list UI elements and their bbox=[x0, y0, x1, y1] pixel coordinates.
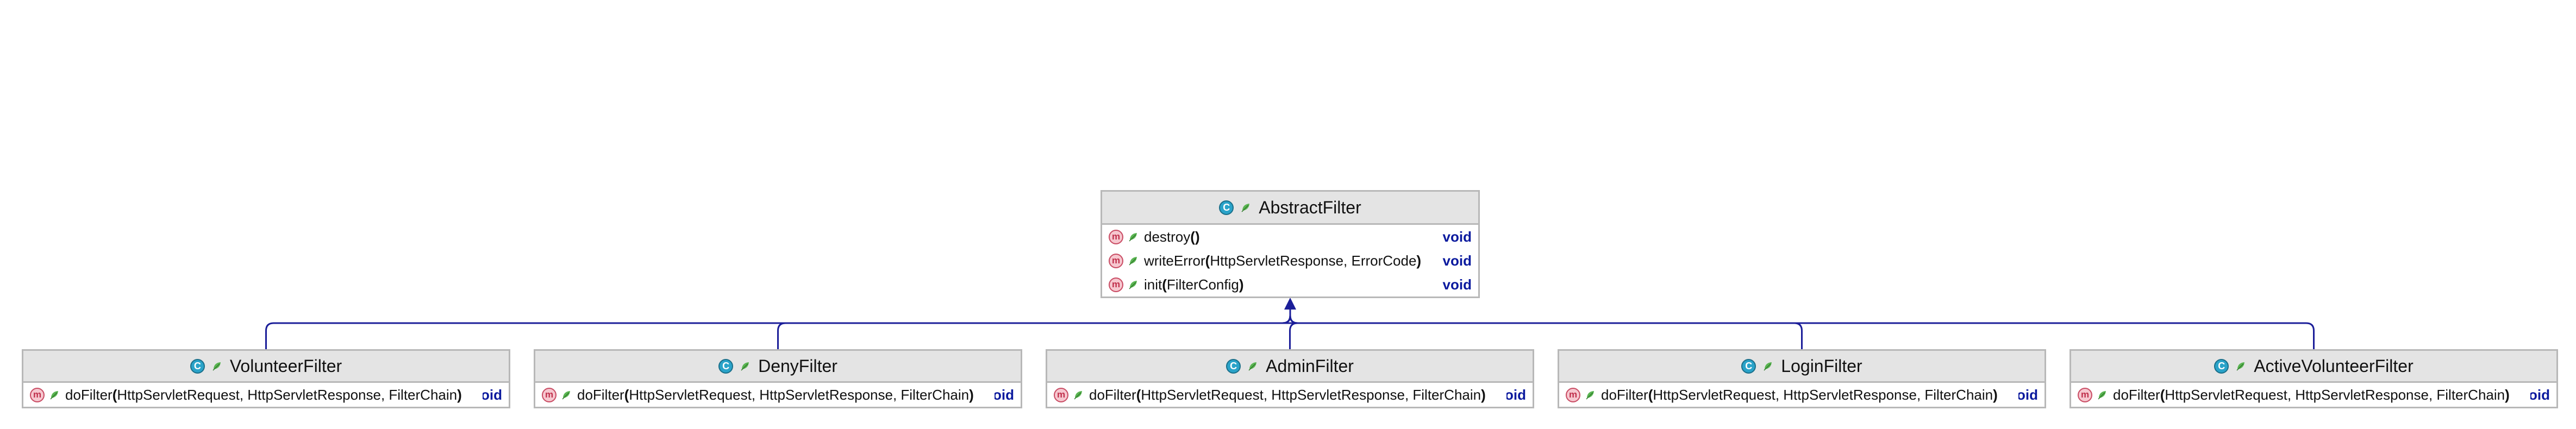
inheritance-arrowhead bbox=[1284, 298, 1296, 310]
close-paren: ) bbox=[1416, 252, 1422, 269]
method-signature: doFilter(HttpServletRequest, HttpServlet… bbox=[2113, 387, 2526, 403]
close-paren: ) bbox=[1239, 276, 1244, 293]
method-row: m writeError(HttpServletResponse, ErrorCo… bbox=[1102, 249, 1478, 273]
method-row: m doFilter(HttpServletRequest, HttpServle… bbox=[2071, 383, 2556, 407]
method-name: destroy bbox=[1144, 228, 1191, 245]
class-name: LoginFilter bbox=[1781, 356, 1862, 376]
method-row: m doFilter(HttpServletRequest, HttpServle… bbox=[535, 383, 1021, 407]
class-icon: C bbox=[1741, 358, 1756, 374]
method-params: HttpServletResponse, ErrorCode bbox=[1210, 252, 1417, 269]
public-visibility-icon bbox=[1073, 389, 1085, 401]
public-visibility-icon bbox=[1128, 255, 1140, 267]
method-signature: doFilter(HttpServletRequest, HttpServlet… bbox=[1089, 387, 1502, 403]
public-visibility-icon bbox=[1240, 201, 1252, 213]
method-params: HttpServletRequest, HttpServletResponse,… bbox=[117, 386, 458, 403]
public-visibility-icon bbox=[740, 360, 752, 372]
public-visibility-icon bbox=[561, 389, 573, 401]
class-name: AdminFilter bbox=[1266, 356, 1354, 376]
method-signature: doFilter(HttpServletRequest, HttpServlet… bbox=[65, 387, 478, 403]
class-header: C ActiveVolunteerFilter bbox=[2071, 351, 2556, 383]
close-paren: ) bbox=[1195, 228, 1200, 245]
method-icon: m bbox=[1109, 253, 1123, 268]
class-box-denyfilter[interactable]: C DenyFilter m doFilter(HttpServletRequest,… bbox=[534, 349, 1022, 408]
method-signature: doFilter(HttpServletRequest, HttpServlet… bbox=[1601, 387, 2014, 403]
close-paren: ) bbox=[1481, 386, 1486, 403]
method-icon: m bbox=[1109, 229, 1123, 244]
method-icon: m bbox=[1566, 387, 1580, 402]
open-paren: ( bbox=[1190, 228, 1195, 245]
method-name: writeError bbox=[1144, 252, 1205, 269]
return-type: void bbox=[1442, 276, 1472, 293]
return-type: oid bbox=[2018, 386, 2038, 403]
class-header: C LoginFilter bbox=[1559, 351, 2044, 383]
method-name: init bbox=[1144, 276, 1162, 293]
class-header: C VolunteerFilter bbox=[23, 351, 509, 383]
return-type: oid bbox=[2530, 386, 2550, 403]
class-header: C AdminFilter bbox=[1047, 351, 1533, 383]
method-params: HttpServletRequest, HttpServletResponse,… bbox=[1653, 386, 1993, 403]
public-visibility-icon bbox=[211, 360, 223, 372]
method-icon: m bbox=[2078, 387, 2092, 402]
method-icon: m bbox=[30, 387, 45, 402]
method-signature: init(FilterConfig) bbox=[1144, 276, 1439, 293]
public-visibility-icon bbox=[1128, 231, 1140, 243]
method-icon: m bbox=[1109, 277, 1123, 292]
method-icon: m bbox=[1054, 387, 1068, 402]
class-name: DenyFilter bbox=[758, 356, 837, 376]
public-visibility-icon bbox=[1247, 360, 1259, 372]
method-params: HttpServletRequest, HttpServletResponse,… bbox=[2165, 386, 2505, 403]
class-box-loginfilter[interactable]: C LoginFilter m doFilter(HttpServletRequest… bbox=[1558, 349, 2046, 408]
close-paren: ) bbox=[2505, 386, 2510, 403]
close-paren: ) bbox=[1993, 386, 1998, 403]
return-type: oid bbox=[1506, 386, 1526, 403]
method-row: m init(FilterConfig) void bbox=[1102, 273, 1478, 296]
public-visibility-icon bbox=[2235, 360, 2247, 372]
method-name: doFilter bbox=[65, 386, 112, 403]
class-icon: C bbox=[1226, 358, 1241, 374]
class-name: ActiveVolunteerFilter bbox=[2254, 356, 2414, 376]
method-signature: destroy() bbox=[1144, 229, 1439, 245]
method-row: m doFilter(HttpServletRequest, HttpServle… bbox=[1559, 383, 2044, 407]
return-type: void bbox=[1442, 252, 1472, 269]
class-box-activevolunteerfilter[interactable]: C ActiveVolunteerFilter m doFilter(HttpServ… bbox=[2069, 349, 2558, 408]
method-signature: doFilter(HttpServletRequest, HttpServlet… bbox=[577, 387, 990, 403]
method-signature: writeError(HttpServletResponse, ErrorCod… bbox=[1144, 253, 1439, 269]
class-header: C AbstractFilter bbox=[1102, 192, 1478, 225]
public-visibility-icon bbox=[49, 389, 61, 401]
method-name: doFilter bbox=[577, 386, 624, 403]
method-name: doFilter bbox=[1089, 386, 1136, 403]
return-type: void bbox=[1442, 228, 1472, 245]
public-visibility-icon bbox=[1585, 389, 1597, 401]
class-icon: C bbox=[2214, 358, 2229, 374]
method-icon: m bbox=[542, 387, 557, 402]
close-paren: ) bbox=[969, 386, 974, 403]
return-type: oid bbox=[483, 386, 502, 403]
close-paren: ) bbox=[457, 386, 462, 403]
open-paren: ( bbox=[1162, 276, 1167, 293]
method-params: FilterConfig bbox=[1166, 276, 1239, 293]
method-row: m doFilter(HttpServletRequest, HttpServle… bbox=[1047, 383, 1533, 407]
class-name: AbstractFilter bbox=[1259, 197, 1361, 217]
class-box-adminfilter[interactable]: C AdminFilter m doFilter(HttpServletRequest… bbox=[1046, 349, 1534, 408]
method-row: m destroy() void bbox=[1102, 225, 1478, 249]
class-name: VolunteerFilter bbox=[229, 356, 342, 376]
class-box-abstractfilter[interactable]: C AbstractFilter m destroy() void m writeError… bbox=[1101, 190, 1480, 298]
inheritance-edge bbox=[1289, 308, 1803, 349]
method-row: m doFilter(HttpServletRequest, HttpServle… bbox=[23, 383, 509, 407]
class-header: C DenyFilter bbox=[535, 351, 1021, 383]
method-name: doFilter bbox=[2113, 386, 2160, 403]
class-icon: C bbox=[190, 358, 205, 374]
return-type: oid bbox=[995, 386, 1014, 403]
public-visibility-icon bbox=[2097, 389, 2109, 401]
inheritance-edge bbox=[777, 308, 1291, 349]
class-box-volunteerfilter[interactable]: C VolunteerFilter m doFilter(HttpServletReq… bbox=[22, 349, 510, 408]
method-params: HttpServletRequest, HttpServletResponse,… bbox=[1141, 386, 1481, 403]
class-icon: C bbox=[1219, 200, 1234, 215]
public-visibility-icon bbox=[1762, 360, 1774, 372]
public-visibility-icon bbox=[1128, 279, 1140, 291]
method-params: HttpServletRequest, HttpServletResponse,… bbox=[629, 386, 970, 403]
method-name: doFilter bbox=[1601, 386, 1648, 403]
class-icon: C bbox=[718, 358, 734, 374]
